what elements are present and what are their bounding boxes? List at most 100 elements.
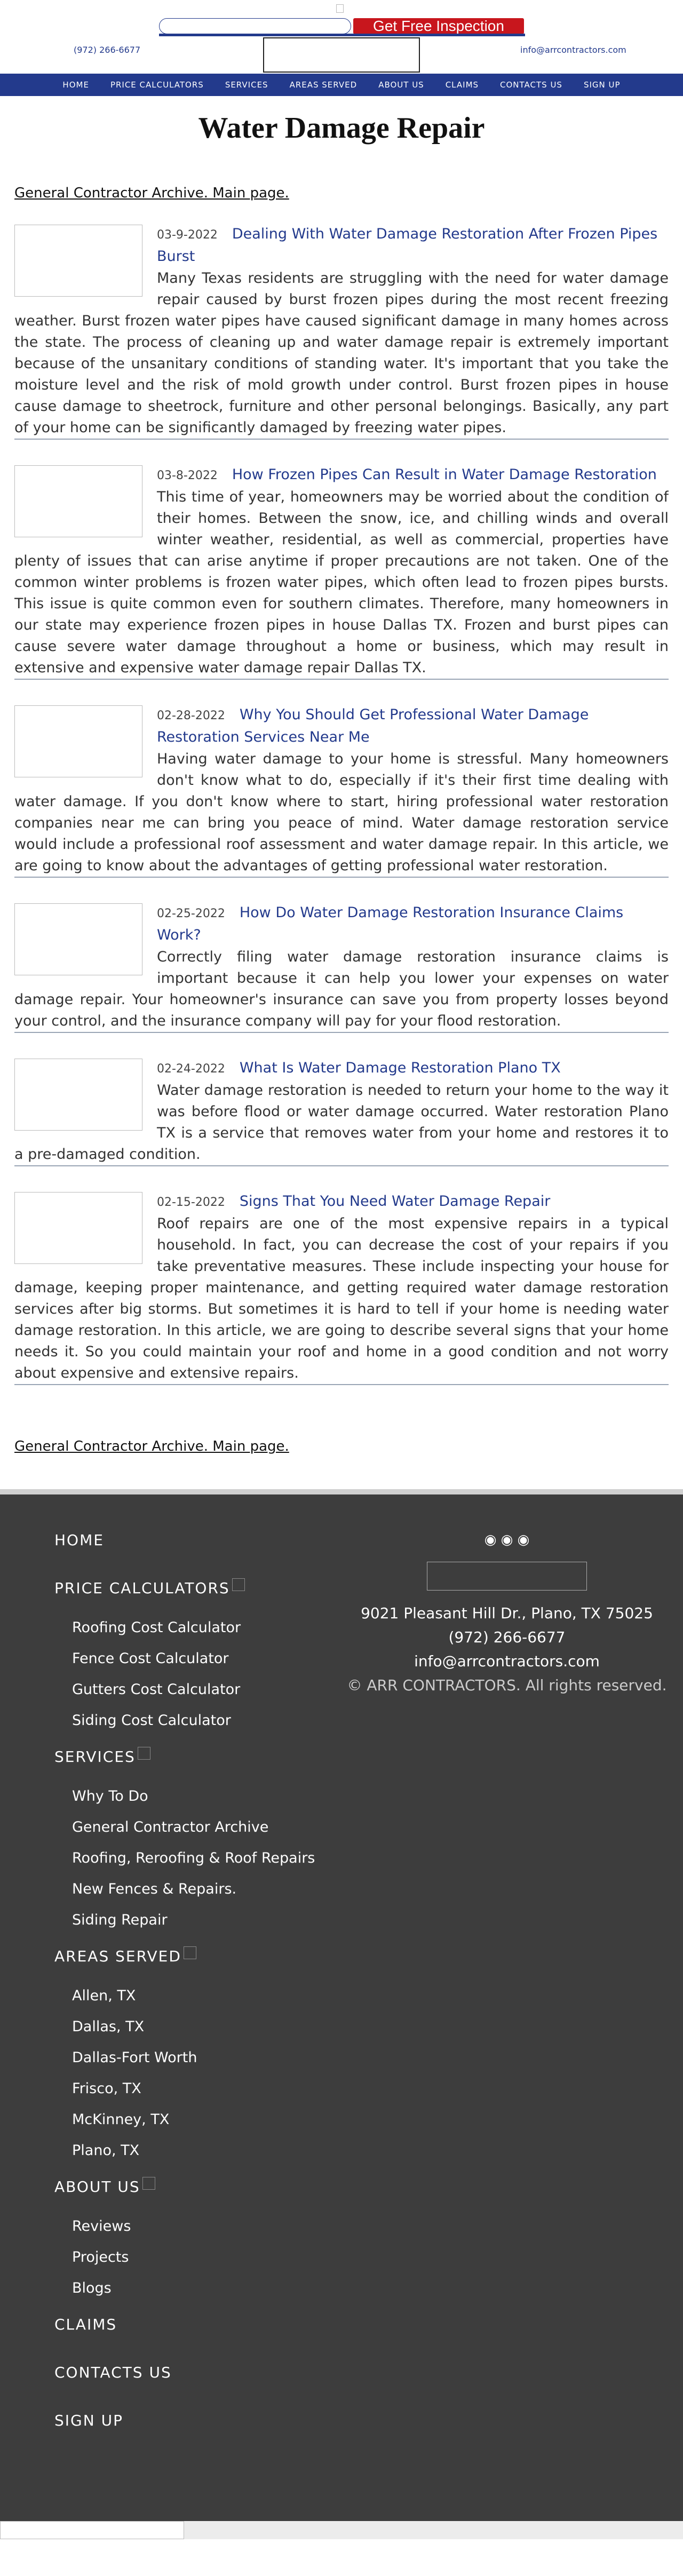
- post-thumbnail[interactable]: [14, 465, 142, 537]
- post-title-link[interactable]: Dealing With Water Damage Restoration Af…: [157, 226, 657, 265]
- header-phone-link[interactable]: (972) 266-6677: [74, 45, 140, 55]
- footer-nav-about-us[interactable]: ABOUT US: [54, 2171, 332, 2219]
- footer-logo[interactable]: [427, 1562, 587, 1591]
- nav-about-us[interactable]: ABOUT US: [368, 80, 435, 90]
- footer-nav-label: CONTACTS US: [54, 2364, 172, 2381]
- nav-sign-up[interactable]: SIGN UP: [573, 80, 631, 90]
- post-item: 02-24-2022 What Is Water Damage Restorati…: [14, 1058, 669, 1166]
- post-title-link[interactable]: How Frozen Pipes Can Result in Water Dam…: [232, 466, 657, 483]
- footer-contact-info: ◉ ◉ ◉ 9021 Pleasant Hill Dr., Plano, TX …: [336, 1532, 678, 1697]
- post-thumbnail[interactable]: [14, 903, 142, 975]
- header-search-box[interactable]: [159, 18, 351, 34]
- footer-email[interactable]: info@arrcontractors.com: [336, 1649, 678, 1673]
- footer-nav-label: PRICE CALCULATORS: [54, 1579, 230, 1597]
- footer-phone[interactable]: (972) 266-6677: [336, 1625, 678, 1649]
- get-free-inspection-button[interactable]: Get Free Inspection: [353, 18, 524, 34]
- archive-link-top[interactable]: General Contractor Archive. Main page.: [14, 185, 289, 201]
- header-underline: [159, 34, 525, 36]
- post-item: 02-15-2022 Signs That You Need Water Dama…: [14, 1191, 669, 1385]
- page-title: Water Damage Repair: [198, 112, 485, 145]
- footer-sublink[interactable]: Siding Cost Calculator: [72, 1710, 332, 1741]
- footer-nav-claims[interactable]: CLAIMS: [54, 2309, 332, 2357]
- footer-nav-services[interactable]: SERVICES: [54, 1741, 332, 1789]
- post-title-link[interactable]: What Is Water Damage Restoration Plano T…: [240, 1060, 561, 1076]
- footer-nav-label: AREAS SERVED: [54, 1947, 181, 1965]
- dropdown-caret-icon[interactable]: [232, 1578, 245, 1591]
- social-links: ◉ ◉ ◉: [336, 1532, 678, 1559]
- dropdown-caret-icon[interactable]: [183, 1946, 196, 1959]
- footer-nav-price-calculators[interactable]: PRICE CALCULATORS: [54, 1572, 332, 1620]
- top-bar: Get Free Inspection: [0, 0, 683, 37]
- nav-price-calculators[interactable]: PRICE CALCULATORS: [100, 80, 215, 90]
- header-logo-box[interactable]: [263, 37, 420, 73]
- footer-sublink[interactable]: McKinney, TX: [72, 2109, 332, 2140]
- post-date: 02-24-2022: [157, 1062, 225, 1076]
- post-item: 03-9-2022 Dealing With Water Damage Resto…: [14, 224, 669, 440]
- footer-sublink[interactable]: Roofing, Reroofing & Roof Repairs: [72, 1848, 332, 1879]
- footer-submenu-price-calculators: Roofing Cost Calculator Fence Cost Calcu…: [54, 1617, 332, 1741]
- nav-services[interactable]: SERVICES: [215, 80, 279, 90]
- main-nav: HOME PRICE CALCULATORS SERVICES AREAS SE…: [0, 74, 683, 96]
- footer-sublink[interactable]: Frisco, TX: [72, 2078, 332, 2109]
- post-title-link[interactable]: How Do Water Damage Restoration Insuranc…: [157, 904, 623, 943]
- facebook-icon[interactable]: ◉: [485, 1532, 497, 1548]
- footer-nav-label: SIGN UP: [54, 2412, 123, 2429]
- post-item: 02-25-2022 How Do Water Damage Restoratio…: [14, 902, 669, 1033]
- footer-address: 9021 Pleasant Hill Dr., Plano, TX 75025: [361, 1604, 653, 1622]
- logo-image[interactable]: [336, 4, 344, 13]
- post-title-link[interactable]: Signs That You Need Water Damage Repair: [240, 1193, 550, 1210]
- post-item: 02-28-2022 Why You Should Get Professiona…: [14, 704, 669, 878]
- footer-sublink[interactable]: Allen, TX: [72, 1985, 332, 2016]
- post-thumbnail[interactable]: [14, 225, 142, 297]
- nav-home[interactable]: HOME: [52, 80, 100, 90]
- footer-divider: [0, 1489, 683, 1494]
- archive-link-bottom[interactable]: General Contractor Archive. Main page.: [14, 1438, 289, 1454]
- site-footer: HOME PRICE CALCULATORS Roofing Cost Calc…: [0, 1494, 683, 2521]
- footer-sublink[interactable]: Reviews: [72, 2216, 332, 2247]
- post-thumbnail[interactable]: [14, 1059, 142, 1131]
- footer-sublink[interactable]: Roofing Cost Calculator: [72, 1617, 332, 1648]
- main-content: Water Damage Repair General Contractor A…: [0, 111, 683, 1489]
- footer-sublink[interactable]: Fence Cost Calculator: [72, 1648, 332, 1679]
- post-item: 03-8-2022 How Frozen Pipes Can Result in …: [14, 464, 669, 680]
- instagram-icon[interactable]: ◉: [518, 1532, 530, 1548]
- footer-sublink[interactable]: Gutters Cost Calculator: [72, 1679, 332, 1710]
- footer-nav-label: CLAIMS: [54, 2316, 117, 2333]
- contact-row: (972) 266-6677 info@arrcontractors.com: [0, 37, 683, 74]
- footer-submenu-areas-served: Allen, TX Dallas, TX Dallas-Fort Worth F…: [54, 1985, 332, 2171]
- footer-sublink[interactable]: Why To Do: [72, 1786, 332, 1817]
- footer-nav-label: SERVICES: [54, 1748, 136, 1766]
- footer-sublink[interactable]: Dallas, TX: [72, 2016, 332, 2047]
- header-email-link[interactable]: info@arrcontractors.com: [520, 45, 626, 55]
- footer-submenu-about-us: Reviews Projects Blogs: [54, 2216, 332, 2309]
- footer-sublink[interactable]: New Fences & Repairs.: [72, 1879, 332, 1910]
- footer-sublink[interactable]: General Contractor Archive: [72, 1817, 332, 1848]
- post-date: 03-9-2022: [157, 228, 218, 242]
- footer-submenu-services: Why To Do General Contractor Archive Roo…: [54, 1786, 332, 1941]
- footer-sublink[interactable]: Plano, TX: [72, 2140, 332, 2171]
- twitter-icon[interactable]: ◉: [501, 1532, 513, 1548]
- dropdown-caret-icon[interactable]: [142, 2177, 155, 2190]
- post-date: 03-8-2022: [157, 469, 218, 482]
- footer-sublink[interactable]: Dallas-Fort Worth: [72, 2047, 332, 2078]
- post-date: 02-28-2022: [157, 709, 225, 722]
- bottom-widget-box[interactable]: [0, 2521, 184, 2539]
- footer-nav-label: ABOUT US: [54, 2178, 140, 2196]
- footer-nav-label: HOME: [54, 1531, 104, 1549]
- nav-contacts-us[interactable]: CONTACTS US: [489, 80, 573, 90]
- nav-claims[interactable]: CLAIMS: [435, 80, 489, 90]
- post-thumbnail[interactable]: [14, 705, 142, 777]
- post-date: 02-25-2022: [157, 907, 225, 920]
- post-date: 02-15-2022: [157, 1196, 225, 1209]
- footer-nav-contacts-us[interactable]: CONTACTS US: [54, 2357, 332, 2405]
- footer-nav-sign-up[interactable]: SIGN UP: [54, 2405, 332, 2453]
- footer-nav-areas-served[interactable]: AREAS SERVED: [54, 1941, 332, 1989]
- footer-copyright: © ARR CONTRACTORS. All rights reserved.: [347, 1676, 667, 1694]
- post-thumbnail[interactable]: [14, 1192, 142, 1264]
- footer-sublink[interactable]: Siding Repair: [72, 1910, 332, 1941]
- nav-areas-served[interactable]: AREAS SERVED: [279, 80, 368, 90]
- footer-sublink[interactable]: Blogs: [72, 2278, 332, 2309]
- dropdown-caret-icon[interactable]: [137, 1747, 150, 1760]
- footer-sublink[interactable]: Projects: [72, 2247, 332, 2278]
- footer-nav-home[interactable]: HOME: [54, 1524, 332, 1572]
